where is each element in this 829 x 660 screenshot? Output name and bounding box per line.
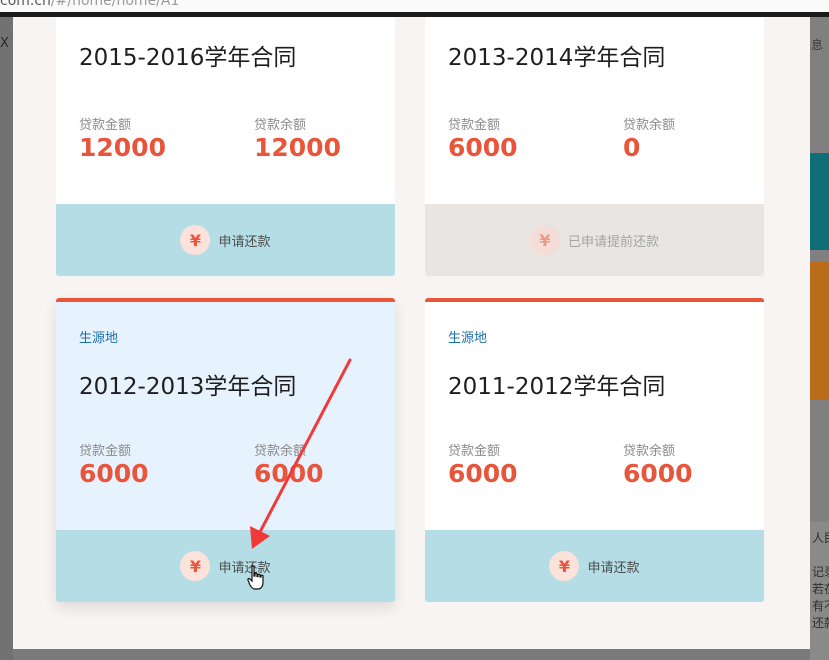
annotation-arrow-icon — [250, 358, 352, 549]
hand-cursor-icon — [247, 565, 264, 590]
